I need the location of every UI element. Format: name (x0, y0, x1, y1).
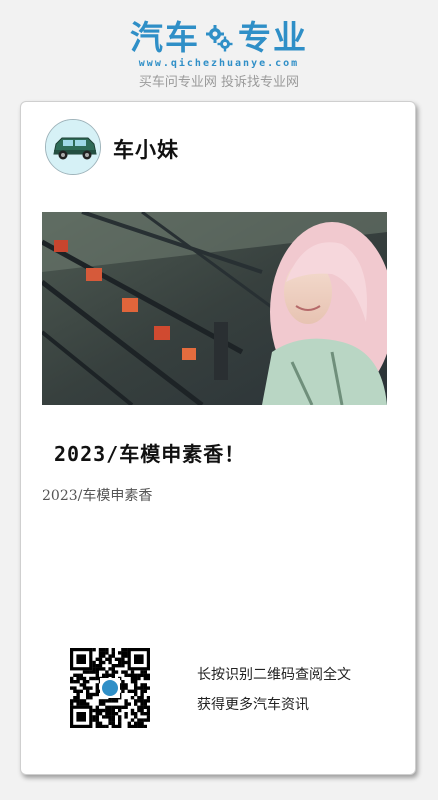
cover-photo (42, 212, 387, 405)
author-avatar[interactable] (45, 119, 101, 175)
brand-name-left: 汽车 (130, 18, 200, 57)
post-summary: 2023/车模申素香 (42, 488, 153, 504)
qr-code[interactable] (70, 648, 151, 729)
author-name[interactable]: 车小妹 (113, 134, 179, 164)
gear-icon (206, 25, 233, 52)
qr-instruction: 长按识别二维码查阅全文 (197, 667, 351, 683)
post-card: 车小妹 2023/车模申素香！ 2023/车模申素香 长按识别二维码查阅全文 获… (20, 101, 416, 775)
brand-slogan: 买车问专业网 投诉找专业网 (138, 75, 300, 90)
cover-image[interactable] (42, 212, 387, 405)
brand-name-right: 专业 (238, 18, 308, 57)
brand-url: www.qichezhuanye.com (138, 58, 300, 69)
brand-logo: 汽车 专业 (0, 18, 438, 58)
car-avatar-icon (46, 120, 100, 174)
qr-subtitle: 获得更多汽车资讯 (197, 697, 309, 713)
post-title: 2023/车模申素香！ (54, 442, 246, 466)
qr-code-icon (70, 648, 151, 729)
